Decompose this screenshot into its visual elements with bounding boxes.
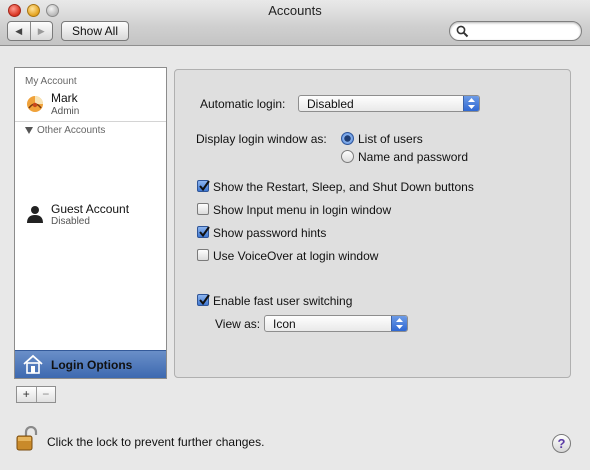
my-account-heading: My Account: [25, 76, 77, 87]
lock-status-text: Click the lock to prevent further change…: [47, 435, 265, 449]
popup-arrows-icon: [463, 96, 479, 111]
back-forward-control: ◀ ▶: [7, 21, 53, 41]
radio-label: Name and password: [358, 150, 469, 164]
display-login-window-label: Display login window as:: [196, 132, 327, 146]
checkbox-fast-user-switching[interactable]: [197, 294, 210, 306]
account-row-guest[interactable]: Guest Account Disabled: [15, 198, 166, 230]
checkbox-show-restart-buttons[interactable]: [197, 180, 210, 192]
radio-list-of-users[interactable]: [341, 132, 354, 145]
add-account-button[interactable]: +: [17, 387, 36, 402]
account-name: Mark: [51, 91, 78, 105]
search-icon: [456, 25, 469, 38]
house-icon: [23, 354, 43, 374]
automatic-login-popup[interactable]: Disabled: [298, 95, 480, 112]
radio-name-and-password[interactable]: [341, 150, 354, 163]
checkbox-label: Enable fast user switching: [213, 294, 353, 308]
account-role: Admin: [51, 106, 80, 117]
help-button[interactable]: ?: [552, 434, 571, 453]
view-as-popup[interactable]: Icon: [264, 315, 408, 332]
checkmark-icon: [199, 226, 210, 238]
other-accounts-heading: Other Accounts: [37, 125, 106, 136]
popup-arrows-icon: [391, 316, 407, 331]
unlocked-padlock-icon[interactable]: [16, 426, 38, 452]
account-name: Guest Account: [51, 202, 130, 216]
view-as-value: Icon: [273, 317, 296, 331]
checkmark-icon: [199, 294, 210, 306]
radio-label: List of users: [358, 132, 423, 146]
accounts-list: My Account Mark Admin Other Accounts Gue…: [14, 67, 167, 379]
user-picture-icon: [27, 96, 43, 112]
divider: [15, 121, 166, 122]
view-as-label: View as:: [215, 317, 261, 331]
checkbox-show-password-hints[interactable]: [197, 226, 210, 238]
checkbox-show-input-menu[interactable]: [197, 203, 209, 215]
checkmark-icon: [199, 180, 210, 192]
search-field[interactable]: [449, 21, 582, 41]
automatic-login-value: Disabled: [307, 97, 354, 111]
forward-arrow-icon[interactable]: ▶: [29, 22, 53, 40]
checkbox-label: Show the Restart, Sleep, and Shut Down b…: [213, 180, 474, 194]
remove-account-button[interactable]: −: [35, 387, 56, 402]
show-all-button[interactable]: Show All: [61, 21, 129, 41]
checkbox-label: Use VoiceOver at login window: [213, 249, 379, 263]
checkbox-label: Show Input menu in login window: [213, 203, 392, 217]
window-title: Accounts: [268, 3, 322, 18]
account-status: Disabled: [51, 216, 90, 227]
checkbox-use-voiceover[interactable]: [197, 249, 209, 261]
automatic-login-label: Automatic login:: [200, 97, 286, 111]
window-toolbar: Accounts ◀ ▶ Show All: [0, 0, 590, 46]
account-row-mark[interactable]: Mark Admin: [15, 88, 166, 120]
disclosure-triangle-icon[interactable]: [25, 127, 33, 134]
sidebar-item-label: Login Options: [51, 358, 133, 372]
guest-silhouette-icon: [27, 206, 43, 223]
sidebar-item-login-options[interactable]: Login Options: [15, 350, 166, 378]
back-arrow-icon[interactable]: ◀: [8, 22, 30, 40]
add-remove-control: + −: [16, 386, 56, 403]
checkbox-label: Show password hints: [213, 226, 327, 240]
